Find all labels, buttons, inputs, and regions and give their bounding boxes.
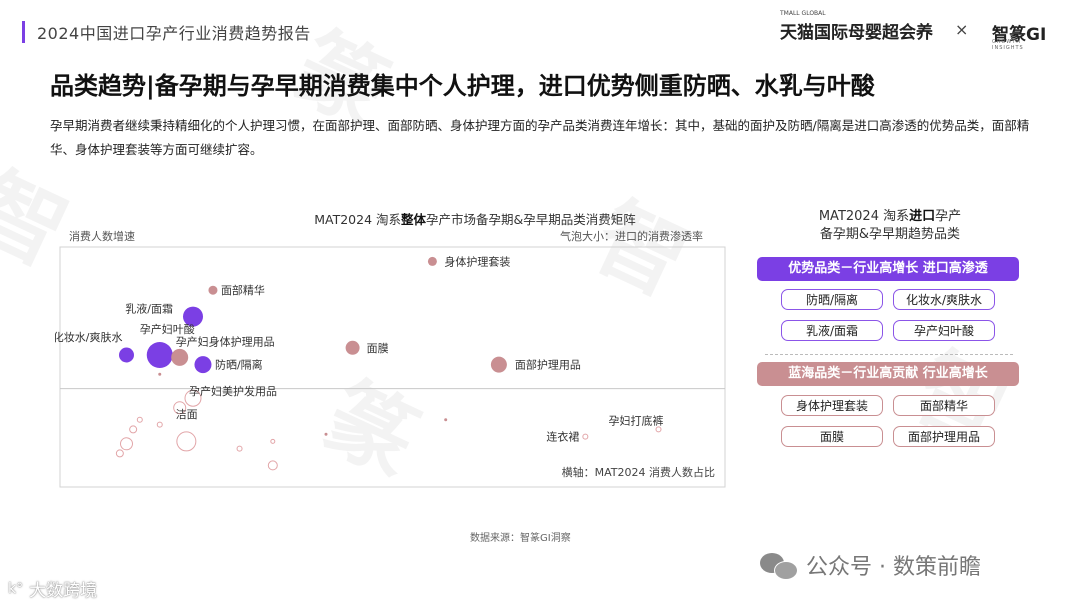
bubble-label: 连衣裙 [546, 430, 579, 444]
bubble-point [136, 416, 143, 423]
bubble-point [236, 445, 243, 452]
bubble-matrix-chart: MAT2024 淘系整体孕产市场备孕期&孕早期品类消费矩阵 消费人数增速 气泡大… [55, 212, 726, 488]
brand-separator: × [955, 20, 969, 39]
bubble-label: 化妆水/爽肤水 [55, 330, 123, 344]
bubble-label: 孕妇打底裤 [609, 413, 664, 427]
bubble-label: 面膜 [367, 342, 389, 355]
blue-ocean-pill: 面部护理用品 [893, 426, 995, 447]
bubble-point [582, 433, 589, 440]
data-source: 数据来源：智篆GI洞察 [470, 533, 571, 544]
bubble-layer: 面部精华乳液/面霜孕产妇叶酸化妆水/爽肤水 孕产妇身体护理用品防晒/隔离 身体护理套… [55, 254, 664, 471]
blue-ocean-pill: 面膜 [781, 426, 883, 447]
report-title: 2024中国进口孕产行业消费趋势报告 [37, 24, 311, 43]
accent-bar [22, 21, 25, 43]
bubble-point [267, 460, 278, 471]
advantage-pill: 防晒/隔离 [781, 289, 883, 310]
blue-ocean-pill: 身体护理套装 [781, 395, 883, 416]
bubble-point [208, 285, 218, 295]
bubble-label: 孕产妇身体护理用品 [176, 334, 275, 348]
bubble-point [115, 449, 124, 458]
wechat-account-name: 公众号 · 数策前瞻 [806, 555, 981, 580]
blue-ocean-category-header: 蓝海品类－行业高贡献 行业高增长 [757, 362, 1019, 386]
bubble-point [270, 438, 276, 444]
y-axis-label: 消费人数增速 [69, 229, 135, 243]
bubble-point [146, 342, 173, 368]
zhizhuan-gi-logo: 智篆GI GROWTH INSIGHTS [992, 20, 1046, 51]
bubble-label: 防晒/隔离 [215, 358, 263, 372]
slide-description: 孕早期消费者继续秉持精细化的个人护理习惯，在面部护理、面部防晒、身体护理方面的孕… [50, 118, 1030, 157]
bubble-point [119, 347, 134, 363]
dashukuajing-logo-icon: k° [8, 580, 24, 597]
right-panel-divider [765, 354, 1013, 355]
bubble-label: 面部精华 [221, 283, 265, 297]
right-panel-title-line2: 备孕期&孕早期趋势品类 [819, 227, 961, 242]
chart-title: MAT2024 淘系整体孕产市场备孕期&孕早期品类消费矩阵 [314, 212, 636, 227]
wechat-account: 公众号 · 数策前瞻 [760, 549, 981, 581]
bubble-point [129, 425, 138, 434]
tmall-global-sub: TMALL GLOBAL [780, 10, 826, 17]
bubble-size-note: 气泡大小：进口的消费渗透率 [560, 229, 703, 243]
bubble-label: 身体护理套装 [444, 254, 510, 268]
right-panel-title-line1: MAT2024 淘系进口孕产 [818, 209, 962, 224]
bubble-point [171, 348, 189, 366]
slide-title: 品类趋势|备孕期与孕早期消费集中个人护理，进口优势侧重防晒、水乳与叶酸 [50, 72, 875, 100]
x-axis-label: 横轴：MAT2024 消费人数占比 [562, 465, 715, 479]
advantage-pill: 孕产妇叶酸 [893, 320, 995, 341]
gi-brand-sub: GROWTH INSIGHTS [992, 39, 1024, 51]
blue-ocean-pill: 面部精华 [893, 395, 995, 416]
tmall-brand-text: 天猫国际母婴超会养 [780, 23, 933, 43]
bubble-point [427, 256, 437, 266]
advantage-pill: 化妆水/爽肤水 [893, 289, 995, 310]
bubble-point [444, 418, 448, 422]
bubble-point [158, 372, 162, 376]
wechat-icon [760, 551, 798, 580]
bubble-label: 面部护理用品 [515, 358, 581, 372]
bubble-point [490, 356, 507, 373]
bubble-label: 洁面 [176, 408, 198, 421]
bottom-left-watermark: k° 大数跨境 [8, 576, 98, 602]
bubble-label: 乳液/面霜 [125, 302, 173, 316]
bubble-point [176, 431, 197, 452]
report-header: 2024中国进口孕产行业消费趋势报告 [22, 20, 311, 44]
bubble-point [120, 437, 133, 451]
right-panel-title: MAT2024 淘系进口孕产 备孕期&孕早期趋势品类 [760, 208, 1020, 244]
bubble-point [655, 426, 662, 433]
advantage-pill: 乳液/面霜 [781, 320, 883, 341]
advantage-category-header: 优势品类－行业高增长 进口高渗透 [757, 257, 1019, 281]
bubble-point [324, 432, 328, 436]
bubble-point [345, 340, 360, 355]
dashukuajing-text: 大数跨境 [29, 581, 98, 601]
bubble-label: 孕产妇美护发用品 [189, 384, 277, 398]
bubble-label: 孕产妇叶酸 [140, 322, 195, 336]
tmall-global-logo: TMALL GLOBAL 天猫国际母婴超会养 [780, 10, 933, 43]
bubble-point [156, 421, 163, 428]
bubble-point [194, 356, 212, 374]
